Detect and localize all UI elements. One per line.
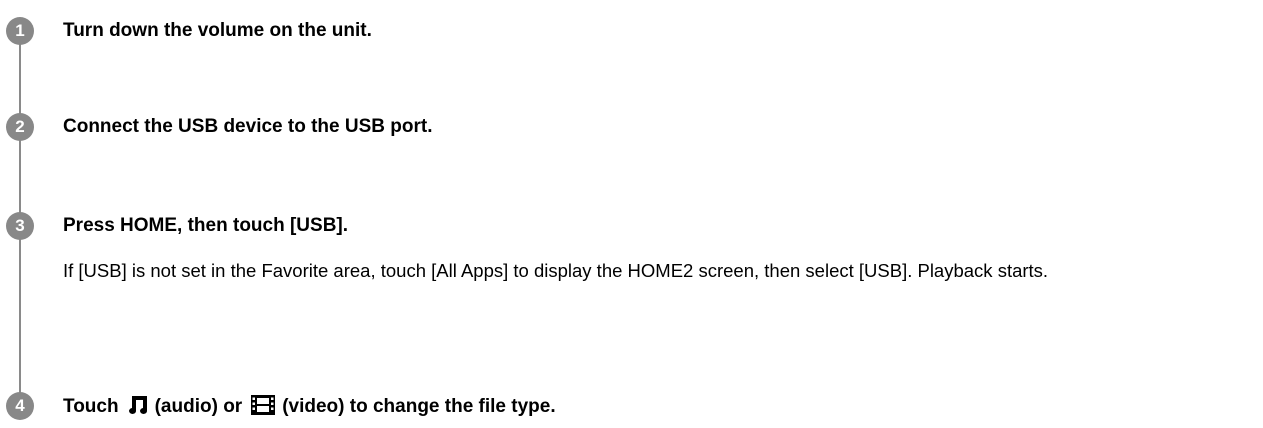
step-description: If [USB] is not set in the Favorite area… [63,260,1049,281]
step-title: Touch (audio) or (video) to change the fil… [63,394,556,423]
video-label: (video) to change the file type. [282,396,556,417]
step-title: Press HOME, then touch [USB]. [63,215,349,236]
step-number-badge: 4 [6,392,34,420]
step-title: Turn down the volume on the unit. [63,20,372,41]
step-title: Connect the USB device to the USB port. [63,116,433,137]
step-number-badge: 2 [6,113,34,141]
step-number-badge: 3 [6,212,34,240]
audio-label: (audio) or [154,396,243,417]
step-title-prefix: Touch [63,396,119,417]
step-number-badge: 1 [6,17,34,45]
music-note-icon [128,394,148,423]
film-strip-icon [251,394,276,423]
